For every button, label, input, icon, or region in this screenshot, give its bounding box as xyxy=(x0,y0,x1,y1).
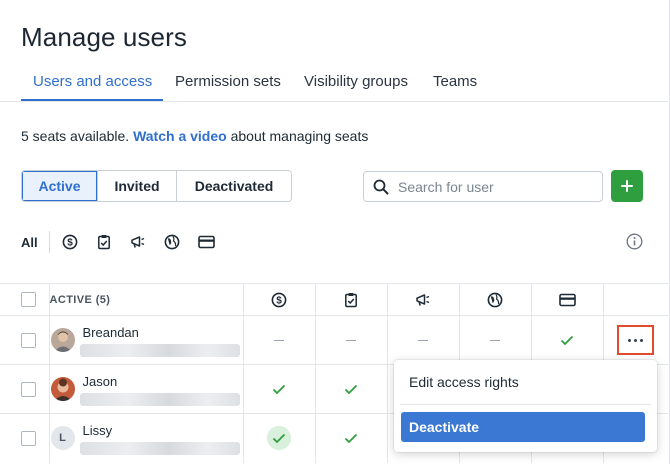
redacted-email xyxy=(79,344,240,357)
plus-icon xyxy=(621,180,633,192)
redacted-email xyxy=(79,393,240,406)
seats-suffix-text: about managing seats xyxy=(230,128,369,144)
tab-teams[interactable]: Teams xyxy=(433,73,477,90)
more-dot xyxy=(634,338,637,342)
svg-text:$: $ xyxy=(276,295,282,306)
avatar: L xyxy=(50,426,75,451)
check-highlight xyxy=(267,426,291,451)
page-title: Manage users xyxy=(21,22,187,52)
segment-deactivated[interactable]: Deactivated xyxy=(177,171,291,201)
add-user-button[interactable] xyxy=(611,170,643,202)
check-icon xyxy=(560,335,574,345)
filter-megaphone-icon[interactable] xyxy=(130,230,164,254)
more-options-button[interactable] xyxy=(617,325,654,355)
no-permission-dash xyxy=(490,339,500,341)
menu-item-deactivate[interactable]: Deactivate xyxy=(401,412,645,442)
avatar xyxy=(50,328,75,352)
select-all-checkbox[interactable] xyxy=(21,292,36,307)
actions-column-header xyxy=(603,283,668,316)
filter-divider xyxy=(48,231,50,253)
tab-users-and-access[interactable]: Users and access xyxy=(33,73,152,90)
row-checkbox[interactable] xyxy=(21,381,36,397)
user-name[interactable]: Lissy xyxy=(83,423,113,438)
app-frame: Manage users Users and access Permission… xyxy=(0,0,670,464)
permission-filter-bar: All $ xyxy=(21,230,232,254)
table-header-row: ACTIVE (5) $ xyxy=(0,283,668,316)
clipboard-check-icon xyxy=(345,292,357,307)
dollar-circle-icon: $ xyxy=(271,292,287,307)
user-name[interactable]: Breandan xyxy=(83,325,139,340)
check-icon xyxy=(272,433,286,444)
column-header-active: ACTIVE (5) xyxy=(49,283,244,316)
filter-dollar-circle-icon[interactable]: $ xyxy=(62,230,96,254)
credit-card-icon xyxy=(558,293,576,306)
no-permission-dash xyxy=(274,339,284,341)
row-checkbox[interactable] xyxy=(21,430,36,446)
filter-credit-card-icon[interactable] xyxy=(197,230,232,254)
svg-text:$: $ xyxy=(67,238,73,249)
segment-active[interactable]: Active xyxy=(22,171,98,201)
check-icon xyxy=(344,433,358,444)
redacted-email xyxy=(79,442,240,456)
table-row: Breandan xyxy=(0,315,668,365)
row-checkbox[interactable] xyxy=(21,332,36,348)
seats-count-text: 5 seats available. xyxy=(21,128,130,144)
search-box xyxy=(363,171,603,202)
more-dot xyxy=(640,338,643,342)
menu-divider xyxy=(400,404,651,405)
tab-visibility-groups[interactable]: Visibility groups xyxy=(304,73,408,90)
no-permission-dash xyxy=(418,339,428,341)
avatar xyxy=(50,377,75,401)
tab-bar: Users and access Permission sets Visibil… xyxy=(0,64,668,102)
check-icon xyxy=(272,384,286,394)
user-actions-menu: Edit access rights Deactivate xyxy=(394,360,657,452)
status-segmented-control: Active Invited Deactivated xyxy=(21,170,292,202)
active-tab-indicator xyxy=(21,99,163,101)
filter-clipboard-check-icon[interactable] xyxy=(96,230,130,254)
user-name[interactable]: Jason xyxy=(83,374,118,389)
menu-item-edit-access-rights[interactable]: Edit access rights xyxy=(409,374,519,390)
seats-info: 5 seats available. Watch a video about m… xyxy=(21,128,368,144)
search-icon xyxy=(373,179,389,194)
globe-icon xyxy=(487,292,503,307)
tab-permission-sets[interactable]: Permission sets xyxy=(175,73,281,90)
filter-globe-icon[interactable] xyxy=(164,230,198,254)
watch-video-link[interactable]: Watch a video xyxy=(133,128,227,144)
info-icon[interactable] xyxy=(626,233,643,250)
more-dot xyxy=(628,338,631,342)
segment-invited[interactable]: Invited xyxy=(98,171,177,201)
no-permission-dash xyxy=(346,339,356,341)
megaphone-icon xyxy=(416,293,430,306)
check-icon xyxy=(344,384,358,394)
search-input[interactable] xyxy=(398,178,588,195)
filter-all[interactable]: All xyxy=(21,235,38,250)
